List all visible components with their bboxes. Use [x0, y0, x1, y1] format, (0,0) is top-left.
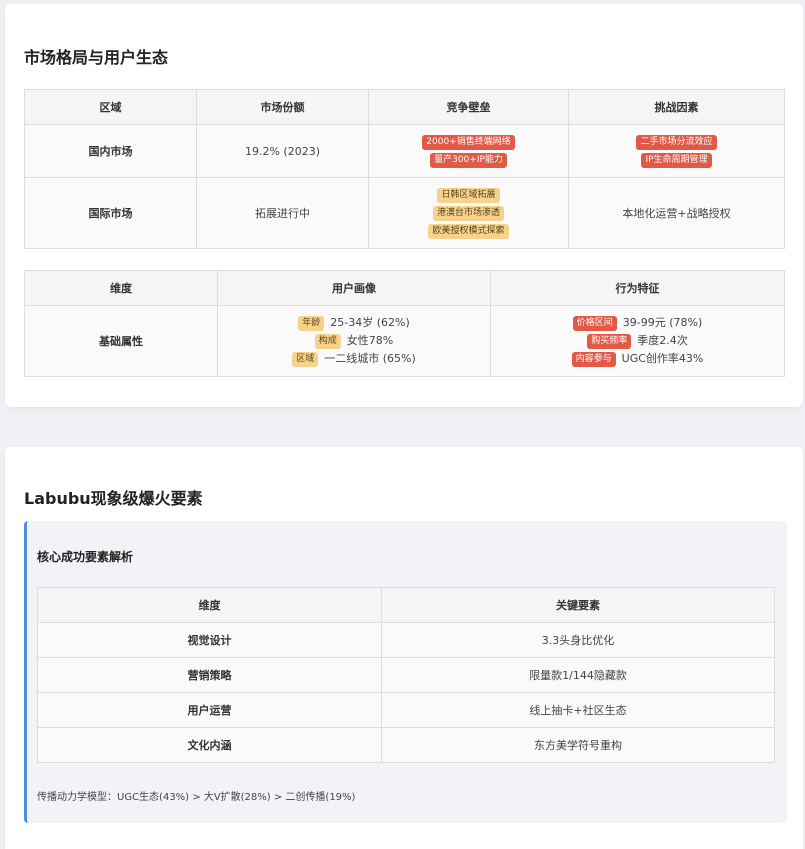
behavior-value: 39-99元 (78%)	[622, 316, 703, 329]
user-table: 维度 用户画像 行为特征 基础属性 年龄 25-34岁 (62%) 构成 女性7…	[24, 270, 785, 377]
profile-value: 25-34岁 (62%)	[330, 316, 410, 329]
dimension-cell: 营销策略	[37, 657, 382, 693]
profile-tag: 区域	[292, 351, 319, 367]
market-title: 市场格局与用户生态	[24, 48, 169, 67]
challenge-tag: IP生命周期管理	[641, 152, 712, 168]
factor-table: 维度 关键要素 视觉设计 3.3头身比优化 营销策略 限量款1/144隐藏款 用…	[37, 587, 775, 763]
barrier-tag: 日韩区域拓展	[437, 187, 500, 203]
behavior-cell: 价格区间 39-99元 (78%) 购买频率 季度2.4次 内容参与 UGC创作…	[490, 305, 785, 377]
behavior-tag: 内容参与	[571, 351, 616, 367]
challenge-cell: 二手市场分流效应 IP生命周期管理	[568, 124, 785, 178]
barrier-tag: 量产300+IP能力	[430, 152, 507, 168]
dimension-cell: 视觉设计	[37, 622, 382, 658]
factors-title: Labubu现象级爆火要素	[24, 489, 203, 508]
behavior-line: 价格区间 39-99元 (78%)	[495, 314, 780, 332]
market-card: 市场格局与用户生态 区域 市场份额 竞争壁垒 挑战因素 国内市场 19.2% (…	[5, 4, 803, 407]
behavior-value: UGC创作率43%	[621, 352, 704, 365]
table-row: 视觉设计 3.3头身比优化	[37, 622, 775, 658]
key-factor-cell: 3.3头身比优化	[381, 622, 775, 658]
column-header: 关键要素	[381, 587, 775, 623]
market-table: 区域 市场份额 竞争壁垒 挑战因素 国内市场 19.2% (2023) 2000…	[24, 89, 785, 249]
table-header-row: 维度 用户画像 行为特征	[24, 270, 785, 306]
behavior-tag: 价格区间	[572, 315, 617, 331]
table-row: 国内市场 19.2% (2023) 2000+销售终端网络 量产300+IP能力…	[24, 124, 785, 178]
dimension-cell: 文化内涵	[37, 727, 382, 763]
challenge-cell: 本地化运营+战略授权	[568, 177, 785, 249]
column-header: 用户画像	[217, 270, 491, 306]
behavior-value: 季度2.4次	[637, 334, 688, 347]
profile-value: 一二线城市 (65%)	[324, 352, 416, 365]
key-factor-cell: 东方美学符号重构	[381, 727, 775, 763]
profile-line: 区域 一二线城市 (65%)	[222, 350, 486, 368]
region-cell: 国际市场	[24, 177, 197, 249]
barrier-tag: 欧美授权模式探索	[428, 223, 509, 239]
column-header: 市场份额	[196, 89, 369, 125]
share-cell: 19.2% (2023)	[196, 124, 369, 178]
barrier-tag: 2000+销售终端网络	[422, 134, 515, 150]
column-header: 维度	[37, 587, 382, 623]
table-row: 文化内涵 东方美学符号重构	[37, 727, 775, 763]
key-factor-cell: 限量款1/144隐藏款	[381, 657, 775, 693]
profile-value: 女性78%	[346, 334, 394, 347]
barrier-cell: 日韩区域拓展 港澳台市场渗透 欧美授权模式探索	[368, 177, 569, 249]
behavior-line: 内容参与 UGC创作率43%	[495, 350, 780, 368]
success-factors-panel: 核心成功要素解析 维度 关键要素 视觉设计 3.3头身比优化 营销策略 限量款1…	[24, 521, 787, 823]
barrier-cell: 2000+销售终端网络 量产300+IP能力	[368, 124, 569, 178]
share-cell: 拓展进行中	[196, 177, 369, 249]
panel-title: 核心成功要素解析	[37, 550, 134, 564]
dimension-cell: 用户运营	[37, 692, 382, 728]
factors-card: Labubu现象级爆火要素 核心成功要素解析 维度 关键要素 视觉设计 3.3头…	[5, 447, 803, 849]
column-header: 竞争壁垒	[368, 89, 569, 125]
table-row: 国际市场 拓展进行中 日韩区域拓展 港澳台市场渗透 欧美授权模式探索 本地化运营…	[24, 177, 785, 249]
column-header: 维度	[24, 270, 218, 306]
profile-tag: 年龄	[298, 315, 325, 331]
column-header: 挑战因素	[568, 89, 785, 125]
challenge-tag: 二手市场分流效应	[636, 134, 717, 150]
behavior-line: 购买频率 季度2.4次	[495, 332, 780, 350]
table-row: 营销策略 限量款1/144隐藏款	[37, 657, 775, 693]
barrier-tag: 港澳台市场渗透	[432, 205, 504, 221]
table-row: 用户运营 线上抽卡+社区生态	[37, 692, 775, 728]
profile-line: 构成 女性78%	[222, 332, 486, 350]
dimension-cell: 基础属性	[24, 305, 218, 377]
profile-tag: 构成	[314, 333, 341, 349]
key-factor-cell: 线上抽卡+社区生态	[381, 692, 775, 728]
table-row: 基础属性 年龄 25-34岁 (62%) 构成 女性78% 区域 一二线城市 (…	[24, 305, 785, 377]
profile-cell: 年龄 25-34岁 (62%) 构成 女性78% 区域 一二线城市 (65%)	[217, 305, 491, 377]
propagation-model-note: 传播动力学模型：UGC生态(43%) > 大V扩散(28%) > 二创传播(19…	[37, 792, 356, 803]
profile-line: 年龄 25-34岁 (62%)	[222, 314, 486, 332]
table-header-row: 区域 市场份额 竞争壁垒 挑战因素	[24, 89, 785, 125]
column-header: 行为特征	[490, 270, 785, 306]
table-header-row: 维度 关键要素	[37, 587, 775, 623]
behavior-tag: 购买频率	[587, 333, 632, 349]
region-cell: 国内市场	[24, 124, 197, 178]
column-header: 区域	[24, 89, 197, 125]
